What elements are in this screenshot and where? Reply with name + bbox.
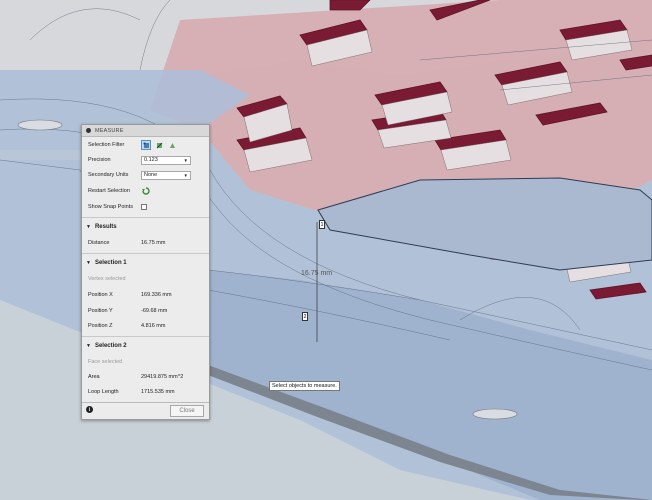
- secondary-units-value: None: [144, 172, 158, 178]
- selection-filter-row: Selection Filter: [88, 139, 203, 151]
- position-x-label: Position X: [88, 292, 113, 298]
- show-snap-points-checkbox[interactable]: [141, 204, 147, 210]
- precision-value: 0.123: [144, 157, 158, 163]
- selection1-status-row: Vertex selected: [88, 273, 203, 285]
- selection1-status: Vertex selected: [88, 276, 126, 282]
- area-value: 29419.875 mm^2: [141, 374, 184, 380]
- loop-length-label: Loop Length: [88, 389, 119, 395]
- filter-edge-icon[interactable]: [154, 140, 164, 150]
- distance-value: 16.75 mm: [141, 240, 166, 246]
- selection2-status: Face selected: [88, 359, 123, 365]
- dimension-label: 16.75 mm: [301, 270, 333, 277]
- distance-label: Distance: [88, 240, 110, 246]
- panel-title: MEASURE: [95, 127, 124, 134]
- secondary-units-select[interactable]: None ▼: [141, 170, 191, 180]
- restart-selection-row: Restart Selection: [88, 185, 203, 197]
- restart-selection-label: Restart Selection: [88, 188, 130, 194]
- show-snap-points-row: Show Snap Points: [88, 201, 203, 213]
- collapse-triangle-icon: ▼: [86, 260, 91, 266]
- position-y-label: Position Y: [88, 308, 113, 314]
- area-row: Area 29419.875 mm^2: [88, 371, 203, 383]
- precision-label: Precision: [88, 157, 111, 163]
- selection1-section-header[interactable]: ▼ Selection 1: [86, 257, 205, 269]
- filter-vertex-icon[interactable]: [141, 140, 151, 150]
- secondary-units-label: Secondary Units: [88, 172, 129, 178]
- restart-selection-icon[interactable]: [141, 186, 151, 196]
- selection2-title: Selection 2: [94, 343, 127, 349]
- loop-length-row: Loop Length 1715.535 mm: [88, 386, 203, 398]
- show-snap-points-label: Show Snap Points: [88, 204, 133, 210]
- chevron-down-icon: ▼: [183, 157, 188, 163]
- collapse-triangle-icon: ▼: [86, 343, 91, 349]
- loop-length-value: 1715.535 mm: [141, 389, 175, 395]
- area-label: Area: [88, 374, 100, 380]
- position-y-row: Position Y -69.68 mm: [88, 305, 203, 317]
- selection-filter-label: Selection Filter: [88, 142, 125, 148]
- close-button[interactable]: Close: [170, 405, 204, 417]
- secondary-units-row: Secondary Units None ▼: [88, 169, 203, 181]
- position-z-row: Position Z 4.816 mm: [88, 320, 203, 332]
- chevron-down-icon: ▼: [183, 172, 188, 178]
- filter-body-icon[interactable]: [167, 140, 177, 150]
- precision-select[interactable]: 0.123 ▼: [141, 155, 191, 165]
- selection-marker-1[interactable]: 1: [319, 220, 325, 229]
- selection2-status-row: Face selected: [88, 356, 203, 368]
- results-title: Results: [94, 224, 117, 230]
- collapse-triangle-icon: ▼: [86, 224, 91, 230]
- divider: [82, 253, 209, 254]
- status-tooltip: Select objects to measure.: [269, 381, 340, 391]
- divider: [82, 336, 209, 337]
- selection-marker-2[interactable]: 2: [302, 312, 308, 321]
- precision-row: Precision 0.123 ▼: [88, 154, 203, 166]
- measure-icon: [86, 128, 91, 133]
- selection1-title: Selection 1: [94, 260, 127, 266]
- footer-divider: [82, 402, 209, 403]
- measure-panel: MEASURE Selection Filter Precision 0.123…: [81, 124, 210, 420]
- results-section-header[interactable]: ▼ Results: [86, 221, 205, 233]
- position-z-value: 4.816 mm: [141, 323, 166, 329]
- panel-header[interactable]: MEASURE: [82, 125, 209, 137]
- info-icon[interactable]: i: [86, 406, 93, 413]
- position-x-row: Position X 169.336 mm: [88, 289, 203, 301]
- selection2-section-header[interactable]: ▼ Selection 2: [86, 340, 205, 352]
- position-x-value: 169.336 mm: [141, 292, 172, 298]
- position-z-label: Position Z: [88, 323, 113, 329]
- divider: [82, 217, 209, 218]
- distance-row: Distance 16.75 mm: [88, 237, 203, 249]
- position-y-value: -69.68 mm: [141, 308, 168, 314]
